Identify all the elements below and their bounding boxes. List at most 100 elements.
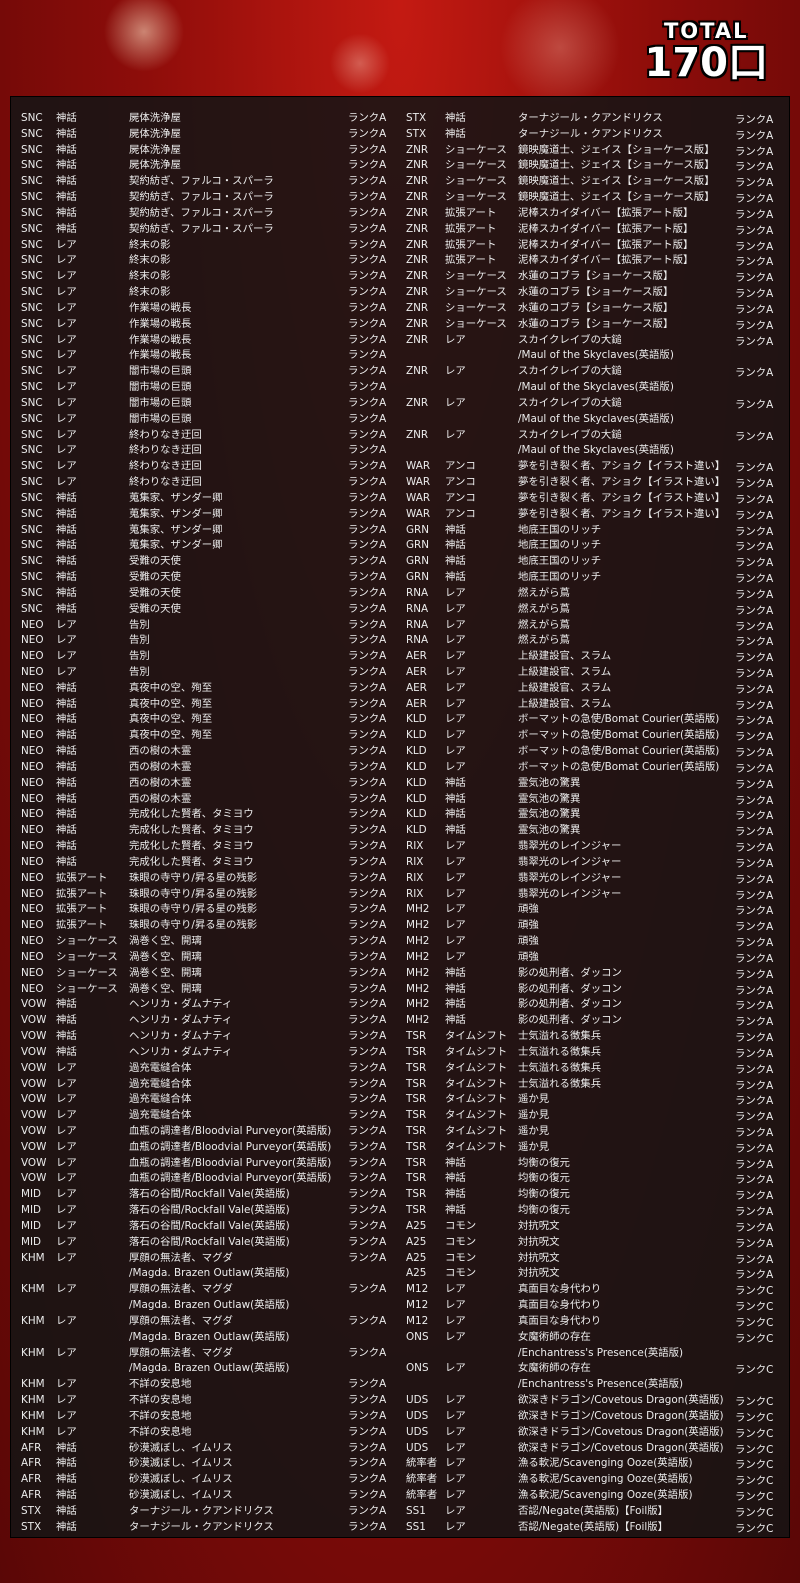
- set-code: NEO: [21, 713, 44, 726]
- card-name: 頑強: [518, 919, 539, 932]
- rank: ランクC: [735, 1332, 774, 1345]
- set-code: 統率者: [406, 1489, 438, 1502]
- card-name: 地底王国のリッチ: [518, 571, 602, 584]
- rarity: レア: [445, 333, 466, 346]
- rarity: ショーケース: [445, 175, 507, 188]
- rank: ランクA: [735, 857, 774, 870]
- card-name: 夢を引き裂く者、アショク【イラスト違い】: [518, 476, 726, 489]
- rank: ランクA: [735, 1158, 774, 1171]
- rarity: レア: [445, 1330, 466, 1343]
- rank: ランクA: [348, 1204, 387, 1217]
- set-code: NEO: [21, 871, 44, 884]
- rank: ランクA: [735, 1253, 774, 1266]
- card-name: 終わりなき迂回: [129, 476, 202, 489]
- rank: ランクA: [735, 240, 774, 253]
- set-code: 統率者: [406, 1473, 438, 1486]
- card-name: 砂漠滅ぼし、イムリス: [129, 1457, 233, 1470]
- set-code: ZNR: [406, 159, 429, 172]
- rarity: ショーケース: [445, 270, 507, 283]
- set-code: WAR: [406, 460, 431, 473]
- rarity: ショーケース: [56, 966, 118, 979]
- rarity: 神話: [56, 1014, 77, 1027]
- rarity: レア: [445, 650, 466, 663]
- rank: ランクC: [735, 1491, 774, 1504]
- rank: ランクA: [735, 478, 774, 491]
- card-name: 対抗呪文: [518, 1251, 560, 1264]
- rank: ランクA: [735, 509, 774, 522]
- rank: ランクA: [735, 224, 774, 237]
- rank: ランクA: [348, 301, 387, 314]
- rarity: 神話: [56, 1030, 77, 1043]
- rank: ランクA: [348, 1251, 387, 1264]
- card-name: 欲深きドラゴン/Covetous Dragon(英語版): [518, 1394, 724, 1407]
- card-name: 作業場の戦長: [129, 349, 192, 362]
- rank: ランクA: [735, 778, 774, 791]
- rank: ランクA: [348, 1140, 387, 1153]
- card-name: 終わりなき迂回: [129, 428, 202, 441]
- rarity: 神話: [56, 1504, 77, 1517]
- card-name: 珠眼の寺守り/昇る星の残影: [129, 919, 258, 932]
- rarity: レア: [445, 1394, 466, 1407]
- rank: ランクA: [735, 1269, 774, 1282]
- rank: ランクA: [348, 824, 387, 837]
- rank: ランクA: [735, 272, 774, 285]
- rarity: レア: [445, 1457, 466, 1470]
- rank: ランクA: [735, 1190, 774, 1203]
- rarity: タイムシフト: [445, 1030, 508, 1043]
- set-code: WAR: [406, 491, 431, 504]
- card-name: 夢を引き裂く者、アショク【イラスト違い】: [518, 460, 726, 473]
- card-name: 真夜中の空、殉至: [129, 697, 213, 710]
- rank: ランクA: [348, 1409, 387, 1422]
- card-name: 珠眼の寺守り/昇る星の残影: [129, 887, 258, 900]
- set-code: AFR: [21, 1457, 42, 1470]
- card-name: 契約紡ぎ、ファルコ・スパーラ: [129, 191, 274, 204]
- rarity: 拡張アート: [56, 919, 108, 932]
- set-code: NEO: [21, 950, 44, 963]
- set-code: VOW: [21, 1125, 47, 1137]
- card-name: 告別: [129, 665, 150, 678]
- set-code: AER: [406, 650, 427, 663]
- rarity: 神話: [445, 1172, 466, 1185]
- card-name: 落石の谷間/Rockfall Vale(英語版): [129, 1188, 290, 1201]
- set-code: GRN: [406, 571, 430, 584]
- card-name: 真夜中の空、殉至: [129, 729, 213, 742]
- card-name: 士気溢れる徴集兵: [518, 1077, 602, 1090]
- rank: ランクA: [348, 222, 387, 235]
- rank: ランクA: [348, 1188, 387, 1201]
- card-name: 鏡映魔道士、ジェイス【ショーケース版】: [518, 191, 715, 204]
- rarity: 拡張アート: [445, 222, 497, 235]
- rarity: 神話: [56, 729, 77, 742]
- card-list-panel: SNC 神話 屍体洗浄屋 ランクA SNC 神話 屍体洗浄屋 ランクA SNC 神話 屍体洗浄屋 ラン…: [10, 96, 790, 1538]
- card-name: 屍体洗浄屋: [129, 112, 181, 124]
- rarity: 神話: [445, 1014, 466, 1027]
- rank: ランクA: [735, 667, 774, 680]
- card-name: 落石の谷間/Rockfall Vale(英語版): [129, 1219, 290, 1232]
- card-name: 上級建設官、スラム: [518, 665, 612, 678]
- card-name: 対抗呪文: [518, 1267, 560, 1280]
- set-code: GRN: [406, 523, 430, 536]
- rank: ランクA: [348, 1504, 387, 1517]
- rarity: レア: [56, 1314, 77, 1327]
- card-name: 否認/Negate(英語版)【Foil版】: [518, 1504, 669, 1517]
- card-name: 砂漠滅ぼし、イムリス: [129, 1489, 233, 1502]
- set-code: SNC: [21, 571, 43, 584]
- rank: ランクA: [348, 792, 387, 805]
- card-name: 霊気池の驚異: [518, 808, 581, 821]
- set-code: KLD: [406, 824, 427, 837]
- card-name: 泥棒スカイダイバー【拡張アート版】: [518, 206, 694, 219]
- set-code: NEO: [21, 855, 44, 868]
- card-name: 対抗呪文: [518, 1235, 560, 1248]
- card-name: /Magda. Brazen Outlaw(英語版): [129, 1267, 290, 1280]
- rarity: レア: [445, 887, 466, 900]
- rarity: レア: [445, 634, 466, 647]
- rarity: 神話: [56, 1441, 77, 1454]
- card-name: 頑強: [518, 950, 539, 963]
- card-name: 厚顔の無法者、マグダ: [129, 1346, 233, 1359]
- card-name: 過充電縫合体: [129, 1077, 192, 1090]
- set-code: 統率者: [406, 1457, 438, 1470]
- rank: ランクA: [348, 713, 387, 726]
- set-code: UDS: [406, 1425, 429, 1438]
- card-name: 鏡映魔道士、ジェイス【ショーケース版】: [518, 159, 715, 172]
- rank: ランクA: [348, 127, 387, 140]
- rank: ランクA: [735, 288, 774, 301]
